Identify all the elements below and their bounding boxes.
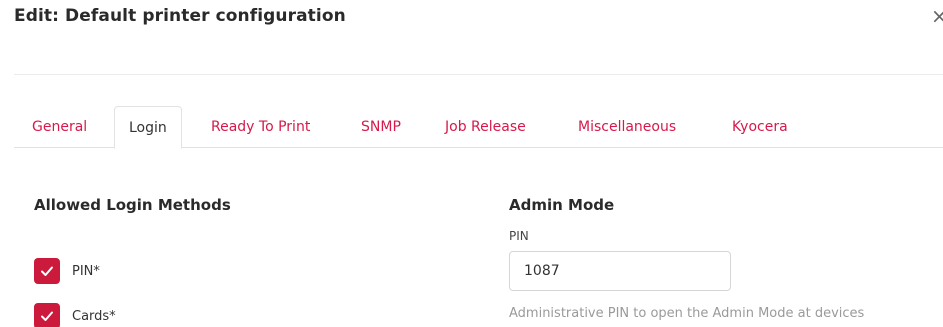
tab-login[interactable]: Login bbox=[114, 106, 182, 149]
pin-checkbox-label: PIN* bbox=[72, 263, 100, 279]
tab-job-release[interactable]: Job Release bbox=[445, 106, 526, 148]
admin-pin-label: PIN bbox=[509, 229, 529, 243]
tab-miscellaneous[interactable]: Miscellaneous bbox=[578, 106, 676, 148]
checkmark-icon bbox=[41, 266, 53, 276]
dialog-title: Edit: Default printer configuration bbox=[14, 6, 346, 26]
tab-bar: General Login Ready To Print SNMP Job Re… bbox=[14, 106, 943, 149]
login-methods-title: Allowed Login Methods bbox=[34, 196, 231, 214]
close-icon[interactable]: × bbox=[931, 2, 943, 30]
pin-login-option[interactable]: PIN* bbox=[34, 257, 100, 285]
tab-general[interactable]: General bbox=[32, 106, 87, 148]
header-divider bbox=[14, 74, 943, 75]
admin-pin-input[interactable] bbox=[509, 251, 731, 291]
admin-pin-help-text: Administrative PIN to open the Admin Mod… bbox=[509, 306, 865, 321]
cards-checkbox-label: Cards* bbox=[72, 308, 116, 324]
tab-snmp[interactable]: SNMP bbox=[361, 106, 401, 148]
checkmark-icon bbox=[41, 311, 53, 321]
edit-printer-dialog: Edit: Default printer configuration × Ge… bbox=[0, 0, 943, 327]
tab-kyocera[interactable]: Kyocera bbox=[732, 106, 788, 148]
tab-ready-to-print[interactable]: Ready To Print bbox=[211, 106, 310, 148]
cards-checkbox[interactable] bbox=[34, 303, 60, 327]
pin-checkbox[interactable] bbox=[34, 258, 60, 284]
admin-mode-title: Admin Mode bbox=[509, 196, 615, 214]
cards-login-option[interactable]: Cards* bbox=[34, 302, 116, 327]
